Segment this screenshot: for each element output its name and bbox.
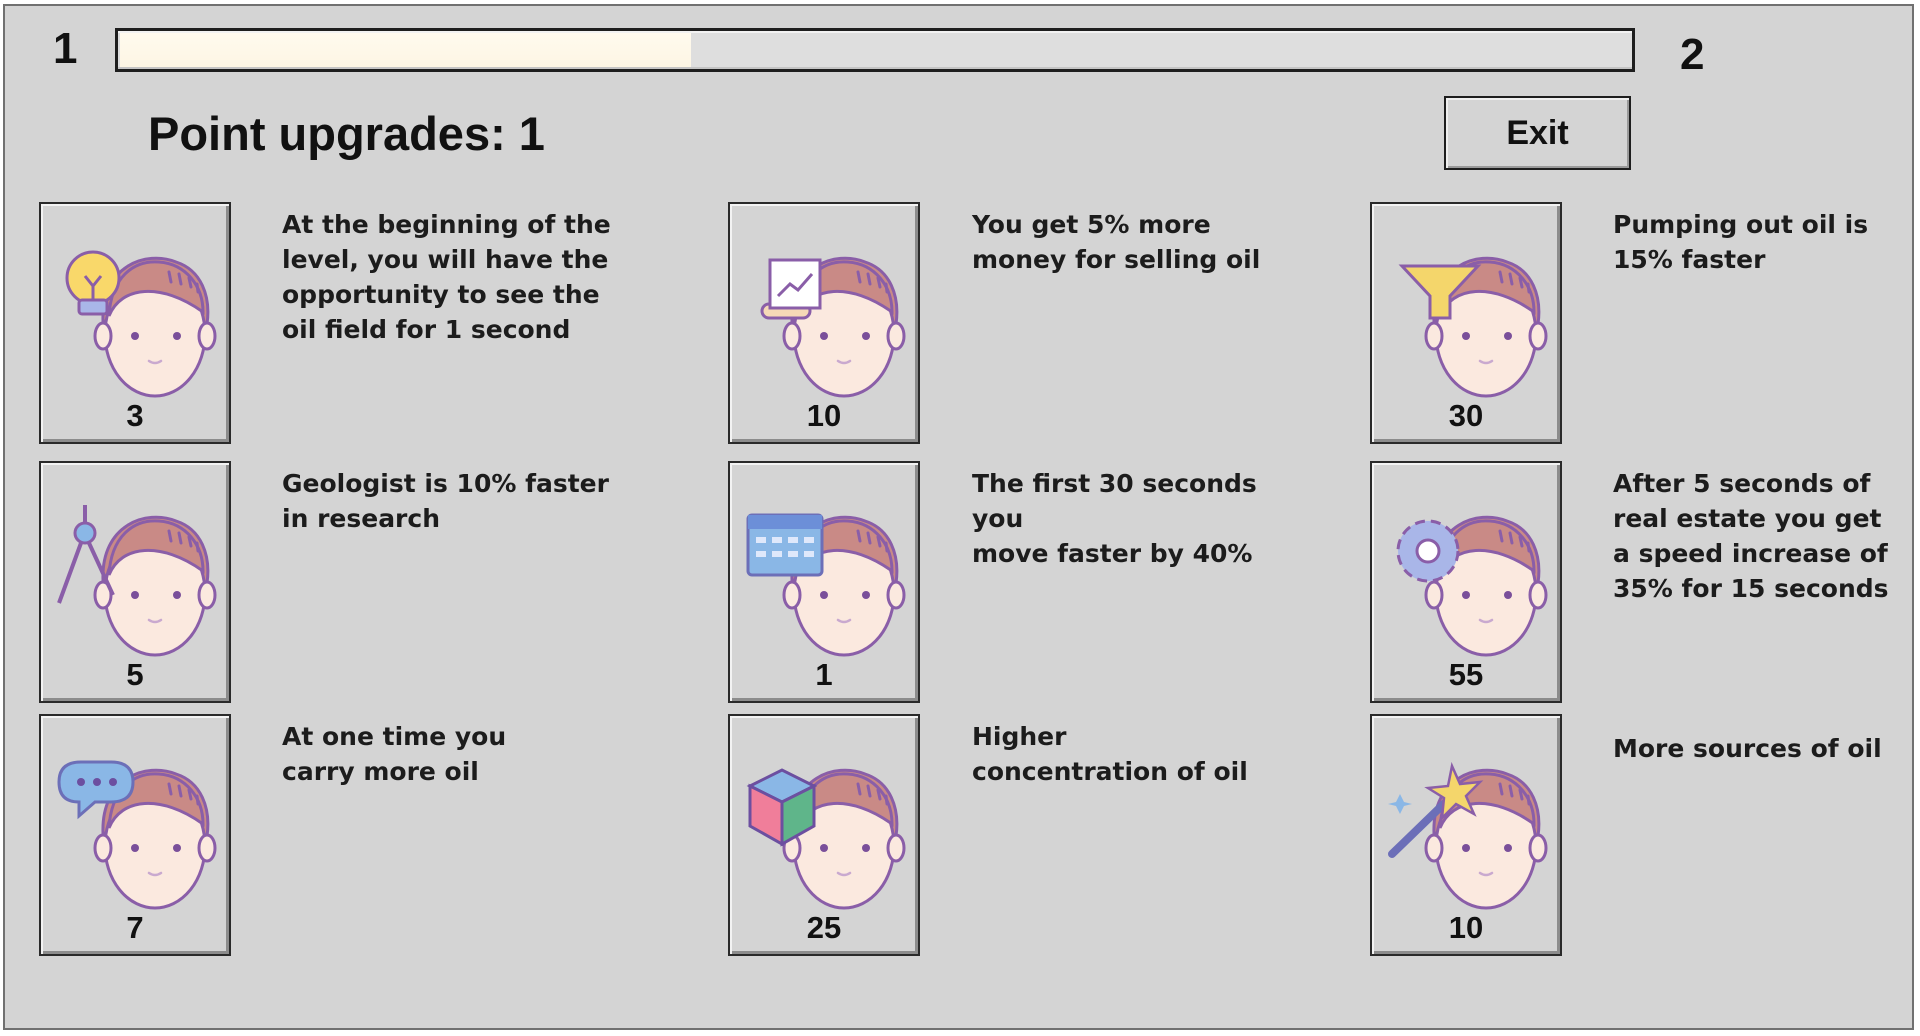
face-illustration bbox=[746, 768, 906, 910]
description-line: real estate you get bbox=[1613, 504, 1882, 533]
description-line: carry more oil bbox=[282, 757, 479, 786]
upgrade-cost: 10 bbox=[1448, 910, 1484, 945]
upgrade-description-1: At the beginning of the level, you will h… bbox=[282, 207, 612, 347]
upgrade-cost: 55 bbox=[1448, 657, 1484, 692]
description-line: Geologist is 10% faster bbox=[282, 469, 609, 498]
face-illustration bbox=[57, 760, 217, 910]
upgrade-cost: 3 bbox=[126, 398, 144, 433]
upgrade-card-3[interactable]: 30 bbox=[1370, 202, 1562, 444]
face-illustration bbox=[65, 250, 217, 398]
description-line: move faster by 40% bbox=[972, 539, 1253, 568]
description-line: 15% faster bbox=[1613, 245, 1766, 274]
calendar-icon bbox=[746, 513, 824, 577]
upgrade-card-4[interactable]: 5 bbox=[39, 461, 231, 703]
description-line: Higher bbox=[972, 722, 1067, 751]
upgrade-card-2[interactable]: 10 bbox=[728, 202, 920, 444]
upgrade-card-6[interactable]: 55 bbox=[1370, 461, 1562, 703]
description-line: level, you will have the bbox=[282, 245, 609, 274]
upgrade-description-6: After 5 seconds of real estate you get a s… bbox=[1613, 466, 1920, 606]
description-line: At one time you bbox=[282, 722, 507, 751]
chart-presentation-icon bbox=[760, 258, 822, 320]
upgrade-cost: 1 bbox=[815, 657, 833, 692]
next-level-number: 2 bbox=[1680, 30, 1705, 79]
description-line: opportunity to see the bbox=[282, 280, 600, 309]
description-line: 35% for 15 seconds bbox=[1613, 574, 1889, 603]
description-line: money for selling oil bbox=[972, 245, 1261, 274]
upgrade-description-7: At one time you carry more oil bbox=[282, 719, 612, 789]
upgrade-description-8: Higher concentration of oil bbox=[972, 719, 1302, 789]
upgrade-panel: 1 2 Point upgrades: 1 Exit 3 At the begin… bbox=[3, 4, 1914, 1030]
description-line: a speed increase of bbox=[1613, 539, 1888, 568]
level-progress-fill bbox=[120, 33, 692, 67]
description-line: Pumping out oil is bbox=[1613, 210, 1869, 239]
upgrade-cost: 5 bbox=[126, 657, 144, 692]
upgrade-description-2: You get 5% more money for selling oil bbox=[972, 207, 1302, 277]
cube-icon bbox=[746, 768, 818, 847]
upgrade-description-4: Geologist is 10% faster in research bbox=[282, 466, 612, 536]
description-line: More sources of oil bbox=[1613, 734, 1882, 763]
upgrade-card-1[interactable]: 3 bbox=[39, 202, 231, 444]
description-line: The first 30 seconds you bbox=[972, 469, 1257, 533]
description-line: At the beginning of the bbox=[282, 210, 611, 239]
upgrade-cost: 7 bbox=[126, 910, 144, 945]
upgrade-description-5: The first 30 seconds you move faster by 4… bbox=[972, 466, 1302, 571]
face-illustration bbox=[760, 256, 906, 398]
upgrade-card-8[interactable]: 25 bbox=[728, 714, 920, 956]
face-illustration bbox=[1396, 515, 1548, 657]
gear-icon bbox=[1396, 519, 1460, 583]
face-illustration bbox=[746, 513, 906, 657]
upgrade-cost: 30 bbox=[1448, 398, 1484, 433]
current-level-number: 1 bbox=[53, 24, 78, 73]
description-line: concentration of oil bbox=[972, 757, 1248, 786]
upgrade-description-3: Pumping out oil is 15% faster bbox=[1613, 207, 1920, 277]
upgrade-card-7[interactable]: 7 bbox=[39, 714, 231, 956]
face-illustration bbox=[1388, 761, 1548, 910]
exit-button[interactable]: Exit bbox=[1444, 96, 1631, 170]
face-illustration bbox=[57, 505, 217, 657]
page-title: Point upgrades: 1 bbox=[148, 107, 545, 160]
description-line: You get 5% more bbox=[972, 210, 1211, 239]
upgrade-description-9: More sources of oil bbox=[1613, 731, 1920, 766]
upgrade-cost: 10 bbox=[806, 398, 842, 433]
level-progress-bar bbox=[115, 28, 1635, 72]
description-line: After 5 seconds of bbox=[1613, 469, 1871, 498]
description-line: in research bbox=[282, 504, 441, 533]
upgrade-card-5[interactable]: 1 bbox=[728, 461, 920, 703]
face-illustration bbox=[1398, 256, 1548, 398]
upgrade-card-9[interactable]: 10 bbox=[1370, 714, 1562, 956]
upgrade-cost: 25 bbox=[806, 910, 842, 945]
description-line: oil field for 1 second bbox=[282, 315, 571, 344]
